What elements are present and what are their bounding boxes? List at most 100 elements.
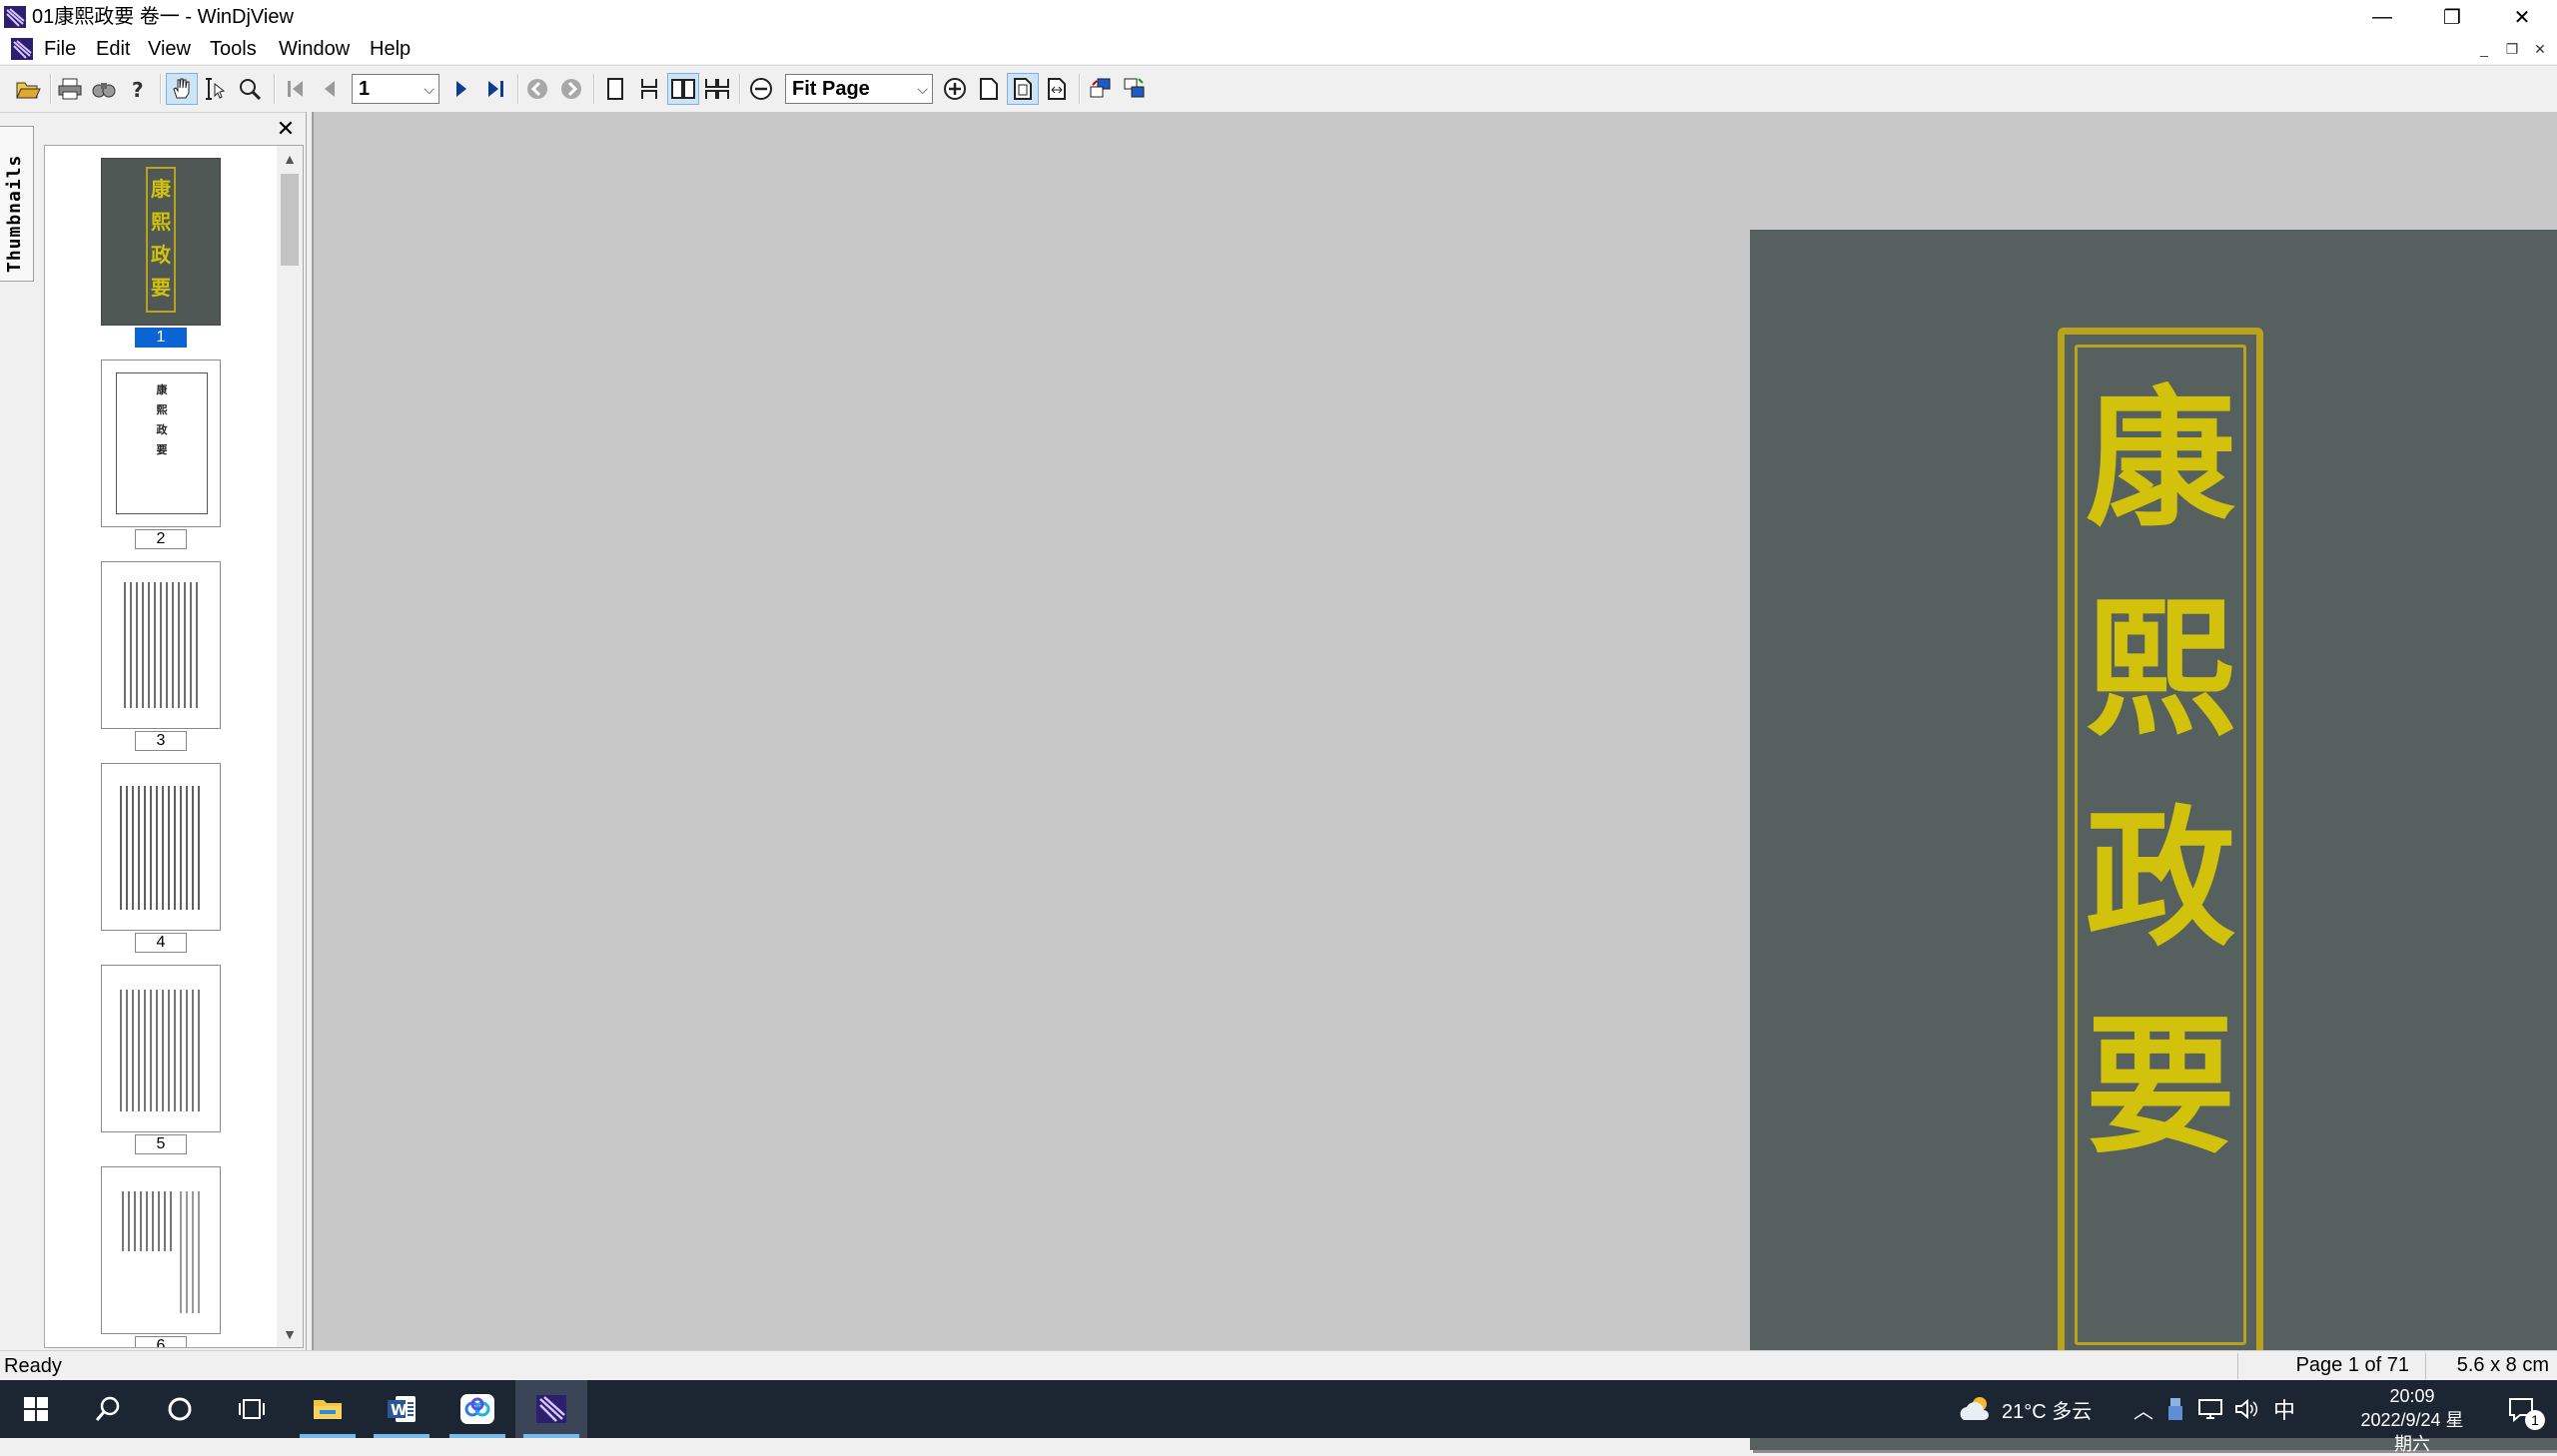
- volume-icon[interactable]: [2233, 1380, 2259, 1438]
- hand-tool-icon[interactable]: [166, 73, 198, 105]
- find-icon[interactable]: [88, 73, 120, 105]
- mdi-close-button[interactable]: ✕: [2529, 38, 2551, 60]
- window-title: 01康熙政要 卷一 - WinDjView: [32, 6, 294, 28]
- task-view-icon[interactable]: [216, 1380, 288, 1438]
- cover-thumbnail-text: 康 熙 政 要: [151, 177, 171, 300]
- thumbnail-label[interactable]: 6: [135, 1336, 187, 1347]
- fit-page-icon[interactable]: [1007, 73, 1039, 105]
- zoom-in-icon[interactable]: [939, 73, 971, 105]
- minimize-button[interactable]: —: [2347, 0, 2417, 34]
- menu-view[interactable]: View: [144, 37, 195, 61]
- title-bar: 01康熙政要 卷一 - WinDjView — ❐ ✕: [0, 0, 2557, 34]
- taskbar: W 21°C 多云 ︿ 中 20:09 2022/9/24 星期六 1: [0, 1380, 2557, 1454]
- word-icon[interactable]: W: [366, 1380, 437, 1438]
- thumbnail-label[interactable]: 2: [135, 529, 187, 549]
- first-page-icon[interactable]: [280, 73, 312, 105]
- menu-window[interactable]: Window: [275, 37, 354, 61]
- cover-title-char: 熙: [2085, 581, 2235, 757]
- thumbnail-page-2[interactable]: 康 熙 政 要: [101, 360, 221, 527]
- tab-thumbnails[interactable]: Thumbnails: [0, 126, 34, 282]
- cover-title-char: 政: [2085, 791, 2235, 967]
- facing-icon[interactable]: [667, 73, 699, 105]
- select-tool-icon[interactable]: [200, 73, 232, 105]
- windows-icon: [24, 1397, 48, 1421]
- toolbar-separator: [1079, 74, 1081, 104]
- scrollbar-thumb[interactable]: [281, 174, 299, 266]
- thumbnail-scrollbar[interactable]: ▲ ▼: [277, 146, 303, 1347]
- close-button[interactable]: ✕: [2487, 0, 2557, 34]
- chevron-down-icon[interactable]: ⌵: [917, 75, 928, 103]
- back-icon[interactable]: [521, 73, 553, 105]
- mdi-restore-button[interactable]: ❐: [2501, 38, 2523, 60]
- continuous-icon[interactable]: [633, 73, 665, 105]
- cortana-icon[interactable]: [144, 1380, 216, 1438]
- thumbnail-label[interactable]: 1: [135, 328, 187, 348]
- notification-badge: 1: [2525, 1410, 2545, 1430]
- svg-text:?: ?: [132, 78, 144, 101]
- page-number-combo[interactable]: 1 ⌵: [352, 74, 439, 104]
- help-icon[interactable]: ?: [122, 73, 154, 105]
- thumbnail-page-6[interactable]: [101, 1166, 221, 1334]
- clock[interactable]: 20:09 2022/9/24 星期六: [2357, 1384, 2467, 1456]
- zoom-combo[interactable]: Fit Page ⌵: [785, 74, 933, 104]
- document-viewer[interactable]: 康 熙 政 要: [312, 112, 2557, 1450]
- print-icon[interactable]: [54, 73, 86, 105]
- document-icon[interactable]: [10, 37, 34, 61]
- svg-text:W: W: [391, 1401, 408, 1419]
- search-icon[interactable]: [72, 1380, 144, 1438]
- thumbnail-page-4[interactable]: [101, 763, 221, 931]
- rotate-right-icon[interactable]: [1119, 73, 1151, 105]
- clock-date: 2022/9/24 星期六: [2360, 1410, 2464, 1454]
- text-columns: [120, 786, 202, 910]
- last-page-icon[interactable]: [479, 73, 511, 105]
- text-columns: [180, 1191, 202, 1313]
- menu-file[interactable]: File: [40, 37, 80, 61]
- continuous-facing-icon[interactable]: [701, 73, 733, 105]
- windjview-app-icon[interactable]: [3, 5, 27, 29]
- tab-thumbnails-label: Thumbnails: [4, 154, 25, 273]
- thumbnail-label[interactable]: 3: [135, 731, 187, 751]
- menu-edit[interactable]: Edit: [92, 37, 134, 61]
- scroll-up-icon[interactable]: ▲: [277, 146, 303, 172]
- thumbnail-page-1[interactable]: 康 熙 政 要: [101, 158, 221, 326]
- usb-icon[interactable]: [2165, 1380, 2185, 1438]
- network-icon[interactable]: [2197, 1380, 2223, 1438]
- page-size: 5.6 x 8 cm: [2425, 1353, 2557, 1379]
- previous-page-icon[interactable]: [314, 73, 346, 105]
- thumbnail-list: 康 熙 政 要 1 康 熙 政 要 2 3 4 5 6: [44, 145, 304, 1348]
- next-page-icon[interactable]: [445, 73, 477, 105]
- weather-widget[interactable]: 21°C 多云: [1958, 1380, 2092, 1438]
- open-icon[interactable]: [12, 73, 44, 105]
- menu-tools[interactable]: Tools: [206, 37, 261, 61]
- single-page-icon[interactable]: [599, 73, 631, 105]
- zoom-rect-icon[interactable]: [234, 73, 266, 105]
- zoom-value: Fit Page: [792, 78, 870, 100]
- chevron-down-icon[interactable]: ⌵: [424, 75, 434, 103]
- rotate-left-icon[interactable]: [1085, 73, 1117, 105]
- toolbar-separator: [160, 74, 162, 104]
- scroll-down-icon[interactable]: ▼: [277, 1321, 303, 1347]
- fit-width-icon[interactable]: [1041, 73, 1073, 105]
- menu-help[interactable]: Help: [366, 37, 415, 61]
- close-icon[interactable]: ✕: [272, 115, 300, 143]
- ime-indicator[interactable]: 中: [2273, 1380, 2295, 1438]
- forward-icon[interactable]: [555, 73, 587, 105]
- mdi-minimize-button[interactable]: _: [2473, 38, 2495, 60]
- cloud-app-icon[interactable]: [441, 1380, 513, 1438]
- chevron-up-icon[interactable]: ︿: [2133, 1380, 2153, 1438]
- weather-cloud-icon: [1960, 1397, 1989, 1420]
- notification-center-icon[interactable]: 1: [2485, 1380, 2557, 1438]
- cover-title-char: 康: [2085, 371, 2235, 547]
- running-indicator: [449, 1434, 505, 1438]
- thumbnail-label[interactable]: 4: [135, 933, 187, 953]
- text-columns: [120, 990, 202, 1111]
- thumbnail-label[interactable]: 5: [135, 1134, 187, 1154]
- zoom-out-icon[interactable]: [745, 73, 777, 105]
- start-button[interactable]: [0, 1380, 72, 1438]
- windjview-taskbar-button[interactable]: [515, 1380, 587, 1438]
- actual-size-icon[interactable]: [973, 73, 1005, 105]
- thumbnail-page-5[interactable]: [101, 965, 221, 1132]
- restore-button[interactable]: ❐: [2417, 0, 2487, 34]
- file-explorer-icon[interactable]: [292, 1380, 364, 1438]
- thumbnail-page-3[interactable]: [101, 561, 221, 729]
